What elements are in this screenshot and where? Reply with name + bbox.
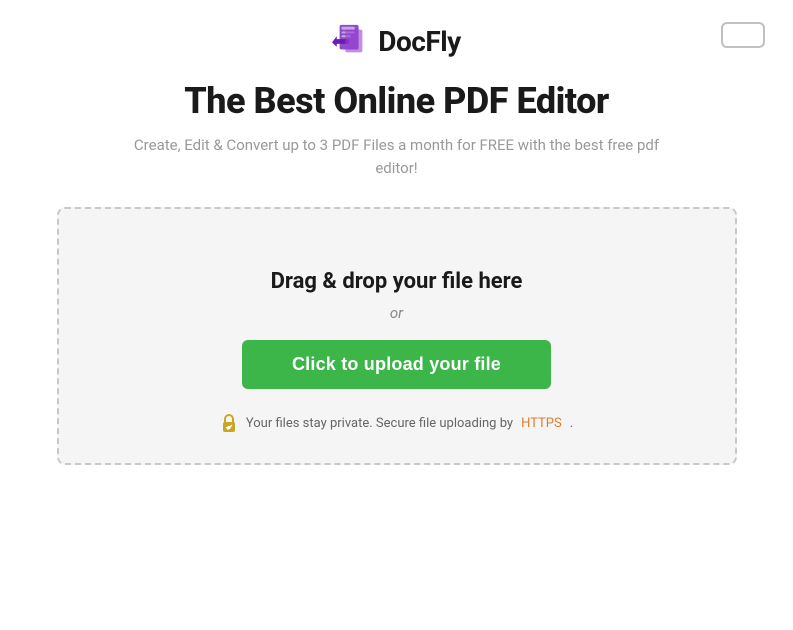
- logo-text: DocFly: [378, 25, 460, 58]
- logo-icon: [332, 22, 370, 60]
- subtitle: Create, Edit & Convert up to 3 PDF Files…: [117, 134, 677, 179]
- https-link[interactable]: HTTPS: [521, 416, 562, 431]
- or-label: or: [390, 304, 403, 322]
- page-title: The Best Online PDF Editor: [184, 80, 609, 122]
- main-content: The Best Online PDF Editor Create, Edit …: [0, 70, 793, 465]
- lock-icon: [220, 413, 238, 433]
- logo: DocFly: [332, 22, 460, 60]
- drag-drop-label: Drag & drop your file here: [271, 269, 523, 294]
- security-note: Your files stay private. Secure file upl…: [220, 413, 573, 433]
- drop-zone[interactable]: Drag & drop your file here or Click to u…: [57, 207, 737, 465]
- security-text-before: Your files stay private. Secure file upl…: [246, 416, 513, 431]
- header: DocFly: [0, 0, 793, 70]
- security-text-after: .: [570, 416, 573, 431]
- upload-button[interactable]: Click to upload your file: [242, 340, 551, 389]
- top-right-button[interactable]: [721, 22, 765, 48]
